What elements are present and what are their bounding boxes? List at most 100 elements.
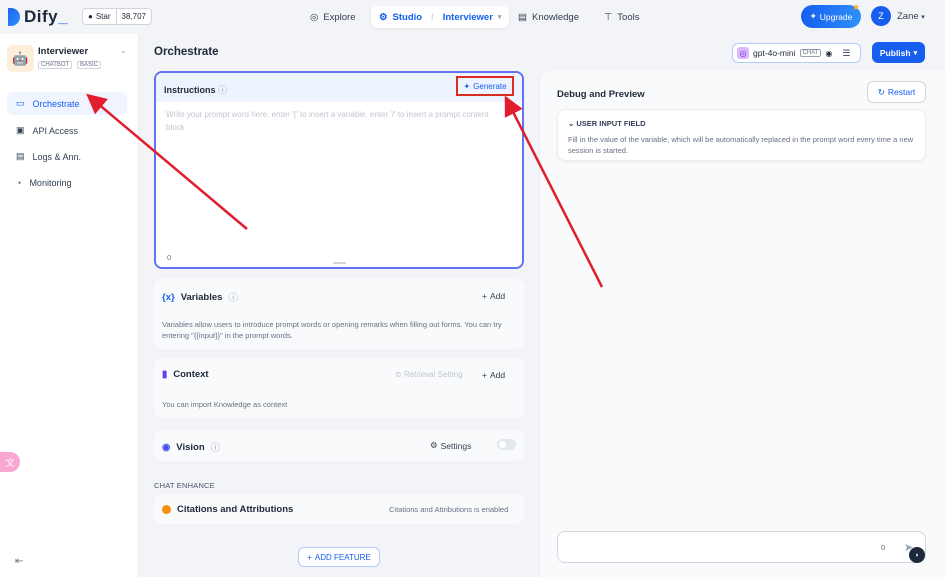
nav-tools[interactable]: ⊤ Tools (596, 6, 647, 28)
assistant-float-button[interactable]: ◗ (909, 547, 925, 563)
context-card: ▮ Context ⊜ Retrieval Setting + Add You c… (154, 358, 524, 418)
generate-label: Generate (473, 81, 507, 91)
dify-logo[interactable]: Dify_ (8, 7, 68, 27)
variables-add-button[interactable]: + Add (482, 291, 505, 301)
book-icon: ▤ (518, 11, 527, 23)
gear-icon: ⚙ (430, 440, 438, 450)
vision-title: ◉ Vision ⓘ (162, 440, 221, 455)
model-selector[interactable]: ◎ gpt-4o-mini CHAT ◉ ☰ (732, 43, 861, 63)
variables-title-text: Variables (180, 291, 223, 303)
help-icon: ⓘ (228, 293, 238, 304)
uif-description: Fill in the value of the variable, which… (568, 135, 914, 155)
debug-panel: Debug and Preview ↻ Restart ⌄ USER INPUT … (539, 71, 945, 577)
citations-status: Citations and Attributions is enabled (389, 505, 509, 514)
sidebar-item-orchestrate[interactable]: ▭ Orchestrate (7, 92, 127, 115)
file-text-icon: ▤ (16, 151, 25, 161)
variables-title: {x} Variables ⓘ (162, 290, 238, 305)
plus-icon: + (482, 370, 487, 380)
logo-text: Dify (24, 7, 59, 26)
debug-title: Debug and Preview (557, 89, 645, 100)
uif-title-text: USER INPUT FIELD (576, 119, 646, 128)
generate-button[interactable]: ✦ Generate (456, 76, 514, 96)
avatar[interactable]: Z (871, 6, 891, 26)
sidebar-item-label: Orchestrate (32, 98, 80, 109)
sidebar-item-label: Logs & Ann. (32, 151, 82, 162)
github-star-count: 38,707 (121, 12, 146, 21)
upgrade-label: Upgrade (819, 11, 853, 22)
citation-icon (162, 505, 171, 514)
chevron-down-icon[interactable]: ▾ (498, 13, 502, 21)
instructions-title-text: Instructions (164, 85, 216, 95)
refresh-icon: ↻ (877, 86, 885, 97)
nav-knowledge[interactable]: ▤ Knowledge (510, 6, 587, 28)
star-badge-icon: ★ (852, 2, 861, 12)
prompt-char-count: 0 (167, 253, 172, 262)
layout-icon: ▭ (16, 98, 25, 108)
user-input-field-card: ⌄ USER INPUT FIELD Fill in the value of … (557, 109, 926, 161)
model-badge: CHAT (799, 49, 822, 57)
add-feature-button[interactable]: + ADD FEATURE (298, 547, 380, 567)
nav-explore[interactable]: ◎ Explore (302, 6, 364, 28)
nav-studio-label: Studio (392, 11, 423, 23)
nav-explore-label: Explore (323, 11, 356, 23)
model-name: gpt-4o-mini (753, 48, 796, 58)
variable-icon: {x} (162, 291, 175, 303)
robot-icon: ⚙ (379, 11, 388, 23)
citations-title: Citations and Attributions (162, 504, 293, 515)
sidebar-item-api-access[interactable]: ▣ API Access (7, 119, 127, 142)
help-icon: ⓘ (210, 443, 221, 454)
collapse-sidebar-icon[interactable]: ⇤ (15, 556, 23, 567)
nav-tools-label: Tools (617, 11, 640, 23)
nav-knowledge-label: Knowledge (531, 11, 579, 23)
help-icon: ⓘ (218, 85, 228, 95)
variables-card: {x} Variables ⓘ + Add Variables allow use… (154, 279, 524, 349)
document-icon: ▮ (162, 369, 168, 380)
resize-handle[interactable] (333, 262, 346, 264)
sidebar: 🤖 Interviewer ⌄ CHATBOT BASIC ▭ Orchestra… (0, 34, 139, 577)
chat-enhance-label: CHAT ENHANCE (154, 481, 215, 490)
hammer-icon: ⊤ (604, 11, 613, 23)
sidebar-item-monitoring[interactable]: ◔ Monitoring (7, 171, 127, 194)
retrieval-label: Retrieval Setting (403, 370, 463, 379)
sparkle-icon: ✦ (809, 11, 817, 21)
sparkle-icon: ✦ (463, 81, 471, 91)
add-label: Add (489, 370, 506, 380)
chart-icon: ◔ (16, 177, 22, 188)
page-title: Orchestrate (154, 46, 219, 58)
openai-icon: ◎ (737, 47, 749, 59)
vision-toggle[interactable] (497, 439, 516, 450)
instructions-title: Instructions ⓘ (164, 83, 227, 96)
user-menu[interactable]: Zane ▾ (897, 11, 925, 22)
prompt-input[interactable]: Write your prompt word here, enter '{' t… (166, 108, 496, 134)
compass-icon: ◎ (310, 11, 319, 23)
context-title-text: Context (173, 369, 209, 380)
variables-description: Variables allow users to introduce promp… (162, 320, 502, 340)
context-title: ▮ Context (162, 369, 209, 380)
vision-settings-button[interactable]: ⚙ Settings (430, 440, 471, 451)
translate-float-icon[interactable]: 文 (0, 452, 20, 472)
sidebar-item-logs[interactable]: ▤ Logs & Ann. (7, 145, 127, 168)
vision-card: ◉ Vision ⓘ ⚙ Settings (154, 430, 524, 461)
sliders-icon[interactable]: ☰ (842, 48, 850, 59)
chevron-icon[interactable]: ⌄ (120, 46, 127, 55)
chat-input[interactable]: 0 ➤ (557, 531, 926, 563)
app-icon: 🤖 (7, 45, 34, 72)
vision-title-text: Vision (176, 441, 205, 453)
settings-label: Settings (440, 440, 472, 451)
retrieval-icon: ⊜ (395, 370, 404, 379)
context-description: You can import Knowledge as context (162, 400, 288, 409)
retrieval-setting-button[interactable]: ⊜ Retrieval Setting (395, 370, 463, 379)
citations-card: Citations and Attributions Citations and… (154, 494, 524, 524)
app-name[interactable]: Interviewer (38, 46, 88, 57)
citations-title-text: Citations and Attributions (177, 504, 294, 515)
github-star-label: Star (95, 12, 111, 21)
restart-button[interactable]: ↻ Restart (867, 81, 926, 103)
chevron-down-icon: ▾ (921, 14, 925, 21)
github-star-button[interactable]: ● Star 38,707 (82, 8, 152, 25)
publish-button[interactable]: Publish ▾ (872, 42, 925, 63)
nav-studio[interactable]: ⚙ Studio / Interviewer ▾ (371, 6, 510, 28)
chat-char-count: 0 (881, 543, 886, 552)
uif-title[interactable]: ⌄ USER INPUT FIELD (568, 119, 646, 128)
nav-studio-app[interactable]: Interviewer (443, 12, 493, 23)
context-add-button[interactable]: + Add (482, 370, 505, 380)
